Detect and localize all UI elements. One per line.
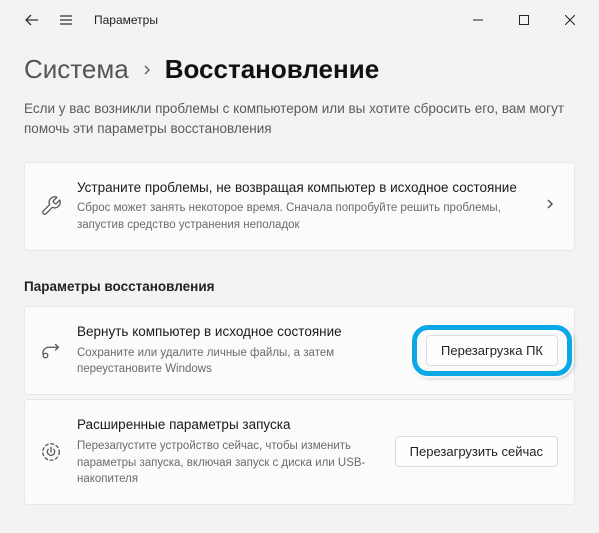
advanced-startup-desc: Перезапустите устройство сейчас, чтобы и… bbox=[77, 438, 381, 488]
advanced-startup-title: Расширенные параметры запуска bbox=[77, 416, 381, 435]
chevron-right-icon bbox=[141, 64, 153, 76]
reset-pc-text: Вернуть компьютер в исходное состояние С… bbox=[77, 323, 412, 378]
page-title: Восстановление bbox=[165, 54, 379, 85]
troubleshoot-title: Устраните проблемы, не возвращая компьют… bbox=[77, 179, 530, 198]
troubleshoot-text: Устраните проблемы, не возвращая компьют… bbox=[77, 179, 530, 234]
power-options-icon bbox=[39, 441, 63, 463]
breadcrumb-parent[interactable]: Система bbox=[24, 54, 129, 85]
wrench-icon bbox=[39, 195, 63, 217]
troubleshoot-card[interactable]: Устраните проблемы, не возвращая компьют… bbox=[24, 162, 575, 251]
window-title: Параметры bbox=[94, 13, 158, 27]
titlebar-left: Параметры bbox=[6, 12, 158, 28]
reset-pc-button[interactable]: Перезагрузка ПК bbox=[426, 335, 558, 366]
highlight-annotation: Перезагрузка ПК bbox=[426, 335, 558, 366]
restart-now-button[interactable]: Перезагрузить сейчас bbox=[395, 436, 558, 467]
breadcrumb: Система Восстановление bbox=[24, 54, 575, 85]
reset-pc-title: Вернуть компьютер в исходное состояние bbox=[77, 323, 412, 342]
chevron-right-icon bbox=[544, 197, 558, 215]
menu-icon[interactable] bbox=[58, 12, 74, 28]
reset-pc-desc: Сохраните или удалите личные файлы, а за… bbox=[77, 345, 412, 378]
reset-pc-card: Вернуть компьютер в исходное состояние С… bbox=[24, 306, 575, 395]
maximize-button[interactable] bbox=[501, 4, 547, 36]
back-icon[interactable] bbox=[24, 12, 40, 28]
recovery-section-title: Параметры восстановления bbox=[24, 279, 575, 294]
advanced-startup-card: Расширенные параметры запуска Перезапуст… bbox=[24, 399, 575, 505]
advanced-startup-text: Расширенные параметры запуска Перезапуст… bbox=[77, 416, 381, 488]
minimize-button[interactable] bbox=[455, 4, 501, 36]
intro-text: Если у вас возникли проблемы с компьютер… bbox=[24, 99, 575, 140]
titlebar: Параметры bbox=[0, 0, 599, 40]
troubleshoot-desc: Сброс может занять некоторое время. Снач… bbox=[77, 200, 530, 233]
close-button[interactable] bbox=[547, 4, 593, 36]
main-content: Система Восстановление Если у вас возник… bbox=[0, 40, 599, 505]
reset-icon bbox=[39, 339, 63, 361]
window-controls bbox=[455, 4, 593, 36]
